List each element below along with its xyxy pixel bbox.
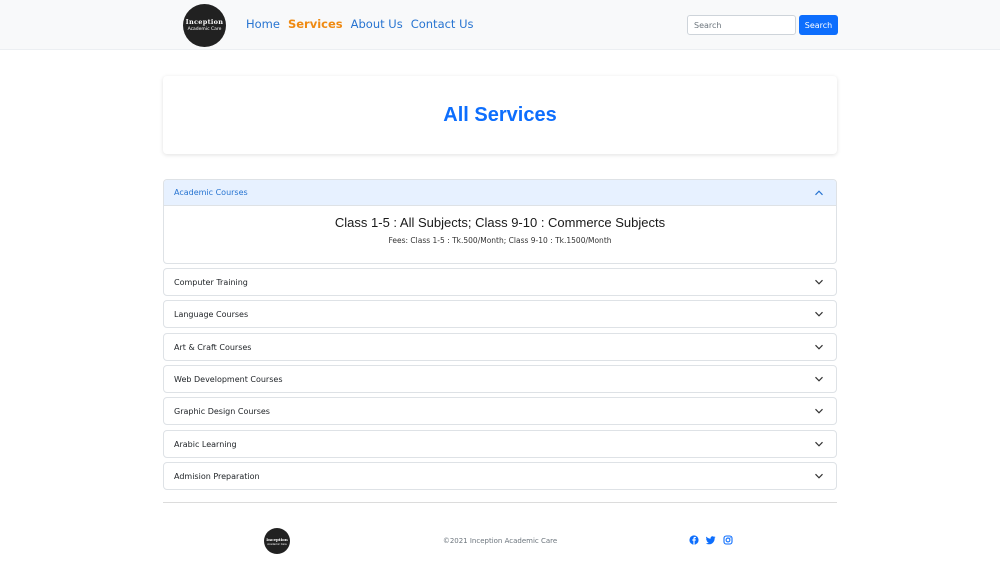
brand-logo[interactable]: Inception Academic Care (183, 4, 226, 47)
chevron-down-icon (812, 275, 826, 289)
logo-line2: Academic Care (187, 27, 222, 32)
accordion-label: Art & Craft Courses (174, 342, 252, 352)
chevron-down-icon (812, 307, 826, 321)
footer-logo: Inception Academic Care (264, 528, 290, 554)
search-button[interactable]: Search (799, 15, 838, 35)
accordion-label: Arabic Learning (174, 439, 237, 449)
accordion-label: Language Courses (174, 309, 249, 319)
nav-links: Home Services About Us Contact Us (246, 17, 474, 31)
accordion-header[interactable]: Arabic Learning (164, 431, 836, 457)
chevron-down-icon (812, 372, 826, 386)
accordion-label: Web Development Courses (174, 374, 283, 384)
navbar: Inception Academic Care Home Services Ab… (0, 0, 1000, 50)
accordion-header[interactable]: Admision Preparation (164, 463, 836, 489)
accordion-body-text: Fees: Class 1-5 : Tk.500/Month; Class 9-… (388, 236, 612, 245)
nav-about-link[interactable]: About Us (351, 17, 403, 31)
footer-logo-line2: Academic Care (267, 542, 287, 546)
accordion-item-web-development-courses: Web Development Courses (163, 365, 837, 393)
nav-home-link[interactable]: Home (246, 17, 280, 31)
footer-divider (163, 502, 837, 503)
accordion-label: Academic Courses (174, 188, 248, 197)
accordion-item-admision-preparation: Admision Preparation (163, 462, 837, 490)
accordion-item-graphic-design-courses: Graphic Design Courses (163, 397, 837, 425)
accordion-label: Graphic Design Courses (174, 406, 270, 416)
accordion-header[interactable]: Art & Craft Courses (164, 334, 836, 360)
page-title: All Services (443, 103, 557, 126)
chevron-down-icon (812, 437, 826, 451)
accordion-header[interactable]: Computer Training (164, 269, 836, 295)
accordion-header[interactable]: Graphic Design Courses (164, 398, 836, 424)
accordion-header[interactable]: Web Development Courses (164, 366, 836, 392)
footer-logo-line1: Inception (266, 537, 288, 542)
copyright-text: ©2021 Inception Academic Care (442, 537, 558, 545)
facebook-icon[interactable] (689, 535, 699, 545)
accordion-header[interactable]: Academic Courses (164, 180, 836, 206)
accordion-body-title: Class 1-5 : All Subjects; Class 9-10 : C… (334, 215, 666, 230)
accordion-label: Admision Preparation (174, 471, 260, 481)
chevron-down-icon (812, 340, 826, 354)
nav-services-link[interactable]: Services (288, 17, 343, 31)
twitter-icon[interactable] (706, 535, 716, 545)
accordion-item-computer-training: Computer Training (163, 268, 837, 296)
chevron-down-icon (812, 404, 826, 418)
search-input[interactable] (687, 15, 796, 35)
nav-contact-link[interactable]: Contact Us (411, 17, 474, 31)
accordion-item-academic-courses: Academic Courses Class 1-5 : All Subject… (163, 179, 837, 264)
accordion-item-language-courses: Language Courses (163, 300, 837, 328)
logo-line1: Inception (185, 18, 224, 26)
instagram-icon[interactable] (723, 535, 733, 545)
social-links (689, 535, 733, 545)
accordion-label: Computer Training (174, 277, 248, 287)
accordion-header[interactable]: Language Courses (164, 301, 836, 327)
accordion-item-art-craft-courses: Art & Craft Courses (163, 333, 837, 361)
page-title-card: All Services (163, 76, 837, 154)
accordion-item-arabic-learning: Arabic Learning (163, 430, 837, 458)
chevron-up-icon (812, 186, 826, 200)
chevron-down-icon (812, 469, 826, 483)
accordion-body: Class 1-5 : All Subjects; Class 9-10 : C… (164, 206, 836, 245)
